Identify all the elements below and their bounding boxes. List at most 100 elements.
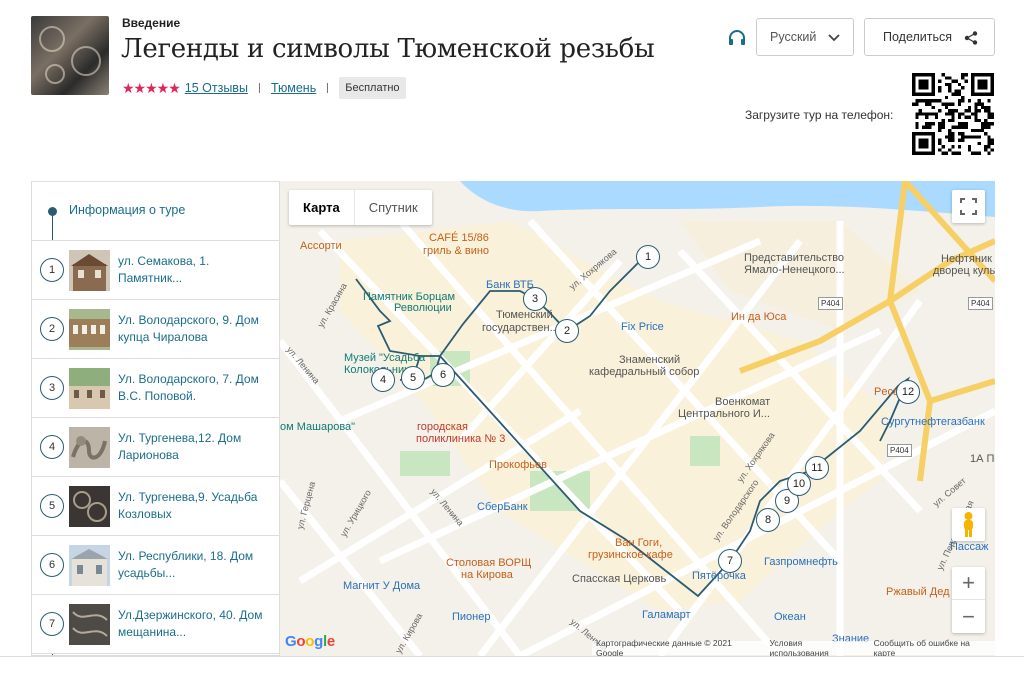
map-label: Прокофьев	[489, 459, 547, 471]
map-label: Ин да Юса	[731, 311, 787, 323]
rating-stars: ★★★★★	[122, 79, 181, 96]
zoom-in-button[interactable]: +	[952, 567, 985, 600]
share-icon	[964, 31, 978, 45]
fullscreen-button[interactable]	[952, 190, 985, 223]
map-label: грузинское кафе	[588, 549, 673, 561]
stop-number: 4	[40, 435, 64, 459]
stop-item[interactable]: 1 ул. Семакова, 1. Памятник...	[32, 241, 279, 300]
route-marker[interactable]: 4	[371, 368, 395, 392]
price-badge: Бесплатно	[339, 77, 406, 99]
route-marker[interactable]: 7	[718, 549, 742, 573]
route-marker[interactable]: 11	[805, 456, 829, 480]
route-marker[interactable]: 5	[401, 366, 425, 390]
tour-thumbnail	[31, 16, 109, 95]
stop-photo	[69, 604, 110, 645]
stop-label: Ул. Володарского, 9. Дом купца Чиралова	[118, 313, 259, 344]
tour-info-item[interactable]: Информация о туре	[32, 182, 279, 241]
tab-map[interactable]: Карта	[289, 190, 355, 225]
map-label: СберБанк	[477, 501, 528, 513]
stop-item[interactable]: 6 Ул. Республики, 18. Дом усадьбы...	[32, 536, 279, 595]
stop-item[interactable]: 2 Ул. Володарского, 9. Дом купца Чиралов…	[32, 300, 279, 359]
terms-link[interactable]: Условия использования	[770, 638, 862, 656]
stop-label: Ул. Тургенева,9. Усадьба Козловых	[118, 490, 258, 521]
map-label: Ржавый Дед	[886, 586, 950, 598]
google-logo: Google	[285, 633, 335, 650]
stop-item[interactable]: 3 Ул. Володарского, 7. Дом В.С. Поповой.	[32, 359, 279, 418]
map-label: Галамарт	[642, 609, 691, 621]
zoom-control: + −	[952, 567, 985, 633]
stop-photo	[69, 545, 110, 586]
map-label: дворец культуры	[933, 265, 995, 277]
map[interactable]: Ассорти CAFÉ 15/86 гриль & вино Банк ВТБ…	[280, 181, 995, 656]
stop-item[interactable]: 7 Ул.Дзержинского, 40. Дом мещанина...	[32, 595, 279, 654]
fullscreen-icon	[960, 198, 977, 215]
divider	[327, 83, 329, 93]
map-label: кафедральный собор	[589, 366, 700, 378]
tour-info-label: Информация о туре	[69, 203, 186, 217]
headphones-icon[interactable]	[728, 29, 746, 47]
stop-number: 6	[40, 553, 64, 577]
map-label: Революции	[394, 302, 452, 314]
map-label: Fix Price	[621, 321, 664, 333]
stop-number: 1	[40, 258, 64, 282]
tour-stops-sidebar: Информация о туре 1 ул. Семакова, 1. Пам…	[31, 181, 280, 656]
map-label: CAFÉ 15/86	[429, 232, 489, 244]
city-link[interactable]: Тюмень	[271, 81, 316, 95]
tab-satellite[interactable]: Спутник	[355, 190, 432, 225]
pegman-icon	[964, 512, 973, 537]
map-label: Сургутнефтегазбанк	[881, 416, 985, 428]
stop-photo	[69, 309, 110, 350]
stop-number: 7	[40, 612, 64, 636]
map-attribution: Картографические данные © 2021 Google Ус…	[592, 638, 995, 656]
stop-number: 2	[40, 317, 64, 341]
route-marker[interactable]: 3	[523, 287, 547, 311]
map-data-credit: Картографические данные © 2021 Google	[596, 638, 732, 656]
map-label: Пионер	[452, 611, 491, 623]
map-label: Ямало-Ненецкого...	[744, 264, 845, 276]
stop-label: Ул.Дзержинского, 40. Дом мещанина...	[118, 608, 263, 639]
route-marker[interactable]: 1	[636, 245, 660, 269]
stop-item[interactable]: 4 Ул. Тургенева,12. Дом Ларионова	[32, 418, 279, 477]
road-plate: Р404	[968, 297, 993, 310]
map-label: 1А По	[970, 453, 995, 465]
map-label: ом Машарова"	[280, 421, 356, 433]
page-divider	[0, 656, 1024, 657]
info-dot	[48, 207, 57, 216]
route-marker[interactable]: 2	[555, 319, 579, 343]
tour-meta: ★★★★★ 15 Отзывы Тюмень Бесплатно	[122, 77, 406, 99]
map-label: Спасская Церковь	[572, 573, 667, 585]
reviews-link[interactable]: 15 Отзывы	[185, 81, 248, 95]
route-marker[interactable]: 6	[431, 363, 455, 387]
street-view-button[interactable]	[952, 508, 985, 541]
map-label: Океан	[774, 611, 806, 623]
zoom-out-button[interactable]: −	[952, 600, 985, 633]
report-error-link[interactable]: Сообщить об ошибке на карте	[874, 638, 991, 656]
stop-label: Ул. Тургенева,12. Дом Ларионова	[118, 431, 242, 462]
stop-label: Ул. Республики, 18. Дом усадьбы...	[118, 549, 254, 580]
tour-header: Введение Легенды и символы Тюменской рез…	[0, 0, 1024, 181]
stop-photo	[69, 368, 110, 409]
road-plate: Р404	[887, 444, 912, 457]
language-select[interactable]: Русский	[756, 18, 854, 56]
stop-photo	[69, 486, 110, 527]
stop-item[interactable]: 5 Ул. Тургенева,9. Усадьба Козловых	[32, 477, 279, 536]
share-label: Поделиться	[883, 30, 953, 44]
map-label: Газпромнефть	[764, 556, 838, 568]
language-value: Русский	[770, 30, 817, 44]
qr-label: Загрузите тур на телефон:	[745, 108, 894, 122]
stop-label: Ул. Володарского, 7. Дом В.С. Поповой.	[118, 372, 259, 403]
stop-photo	[69, 427, 110, 468]
share-button[interactable]: Поделиться	[864, 18, 995, 56]
map-label: Магнит У Дома	[343, 580, 421, 592]
chevron-down-icon	[828, 34, 840, 42]
route-marker[interactable]: 8	[756, 508, 780, 532]
route-marker[interactable]: 12	[896, 380, 920, 404]
map-label: Центрального И...	[678, 408, 770, 420]
map-label: на Кирова	[461, 569, 513, 581]
map-label: Пятёрочка	[692, 570, 746, 582]
qr-code	[912, 73, 994, 155]
map-label: Тюменский	[496, 309, 553, 321]
map-label: государствен...	[482, 322, 559, 334]
stop-number: 3	[40, 376, 64, 400]
map-label: поликлиника № 3	[416, 433, 506, 445]
